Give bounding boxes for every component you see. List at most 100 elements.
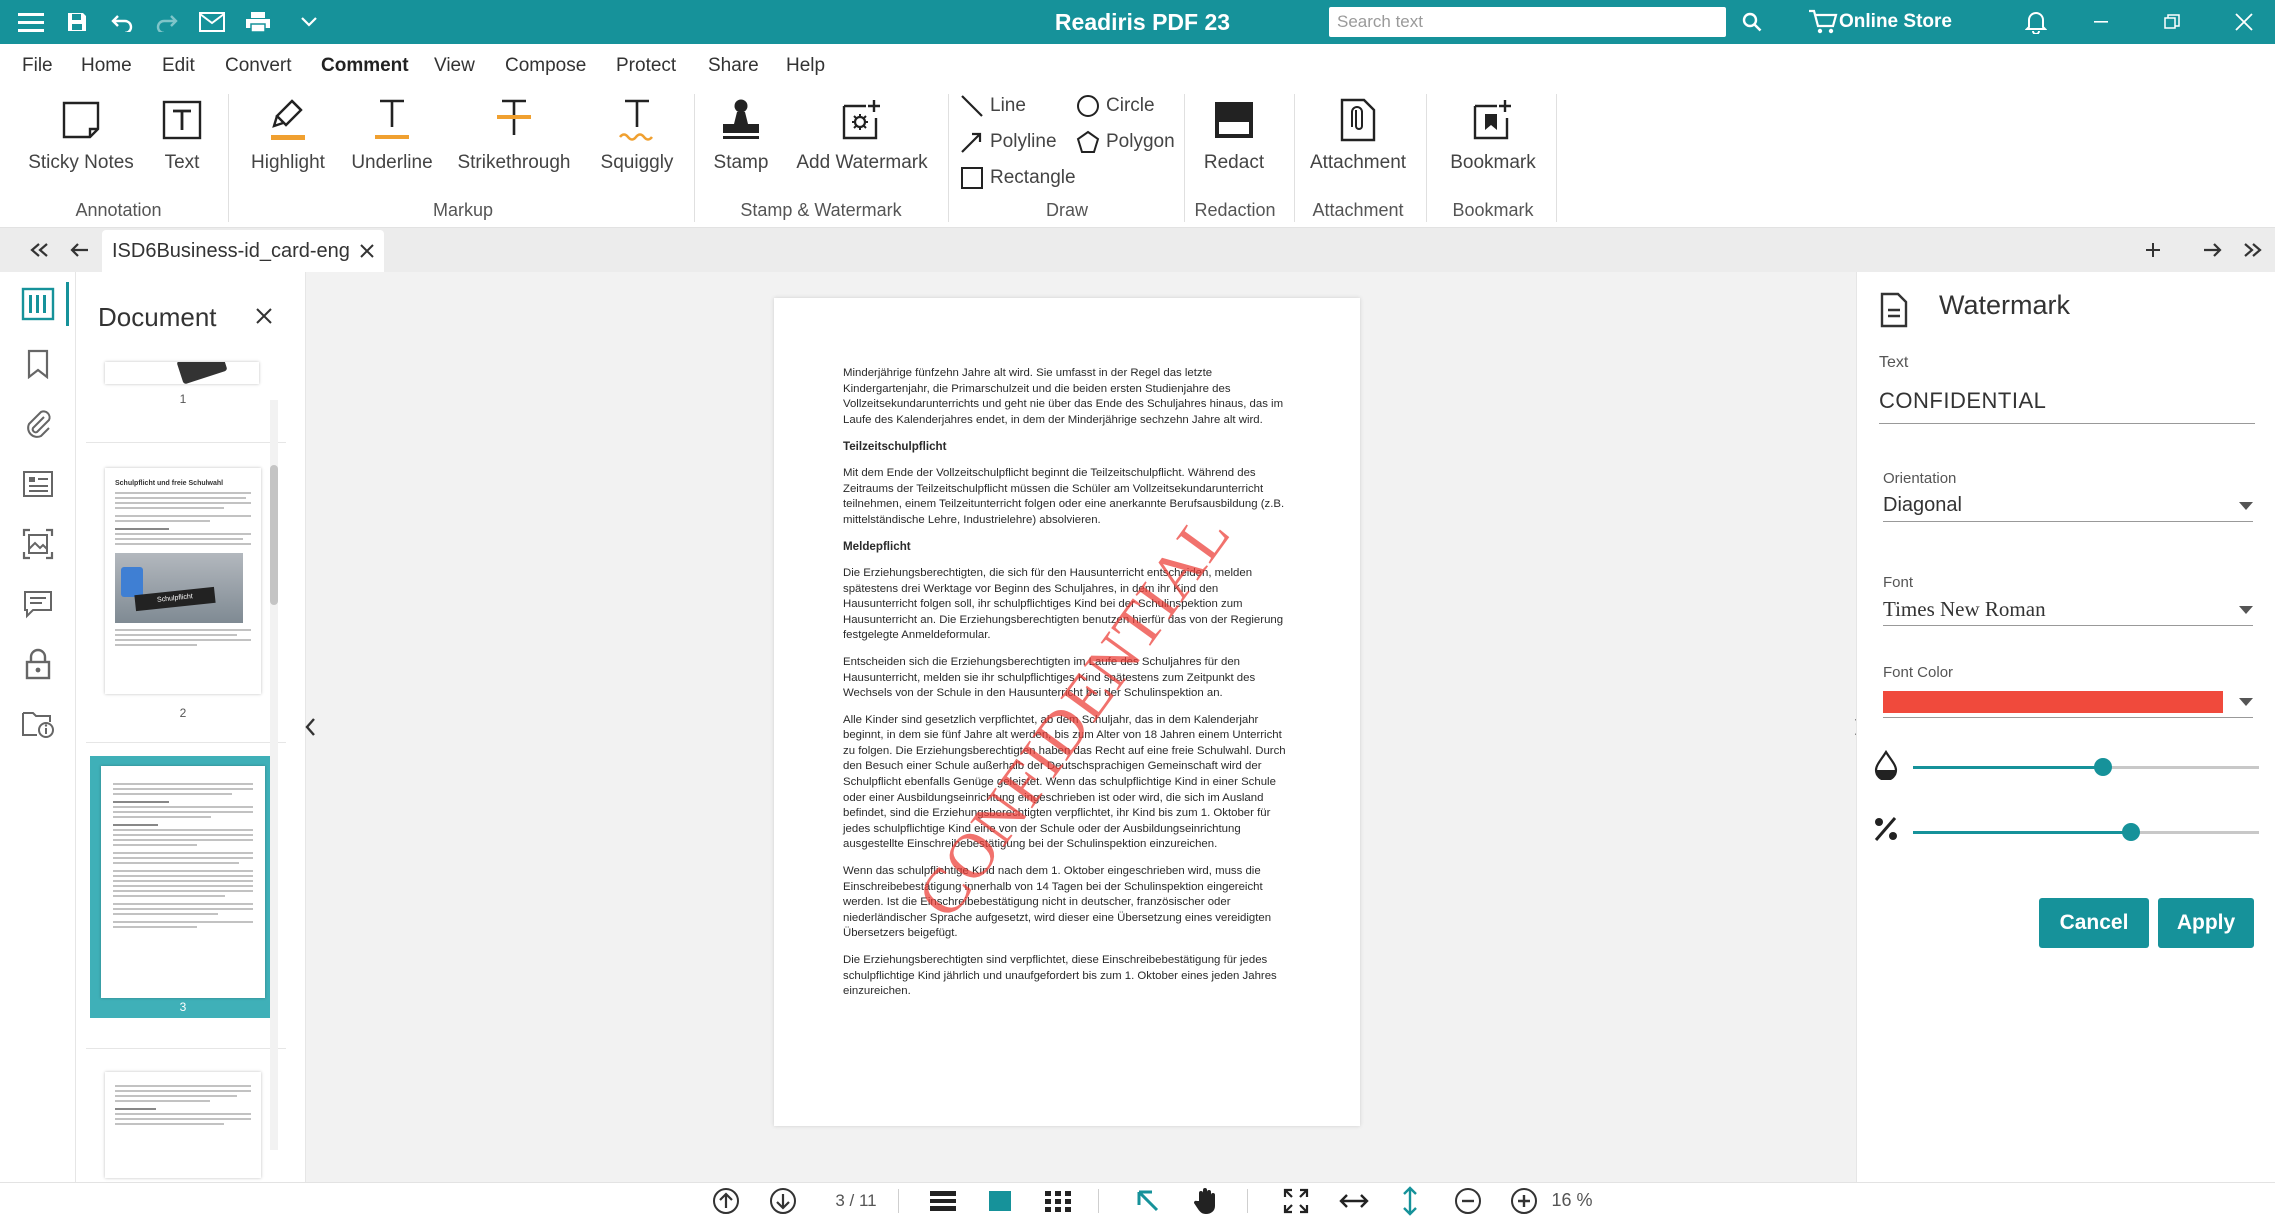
rectangle-button[interactable]: Rectangle bbox=[960, 162, 1076, 194]
group-markup: Markup bbox=[432, 200, 494, 220]
menu-share[interactable]: Share bbox=[708, 44, 759, 88]
select-tool-icon[interactable] bbox=[1130, 1183, 1166, 1217]
document-tab-label: ISD6Business-id_card-eng bbox=[112, 239, 350, 262]
text-button[interactable]: Text bbox=[156, 94, 208, 184]
opacity-slider-fill bbox=[1913, 766, 2104, 769]
image-icon[interactable] bbox=[18, 524, 58, 564]
attachment-button[interactable]: Attachment bbox=[1304, 94, 1412, 184]
cancel-button[interactable]: Cancel bbox=[2039, 898, 2149, 948]
document-canvas[interactable]: Minderjährige fünfzehn Jahre alt wird. S… bbox=[305, 272, 1865, 1182]
sticky-note-icon bbox=[61, 94, 101, 146]
online-store-link[interactable]: Online Store bbox=[1839, 0, 1952, 44]
menu-icon[interactable] bbox=[12, 0, 50, 44]
redo-icon[interactable] bbox=[152, 0, 182, 44]
close-panel-icon[interactable] bbox=[256, 302, 272, 324]
cart-icon[interactable] bbox=[1806, 0, 1840, 44]
ribbon-separator bbox=[1184, 94, 1185, 222]
underline-button[interactable]: Underline bbox=[344, 94, 440, 184]
restore-icon[interactable] bbox=[2157, 0, 2187, 44]
search-input[interactable] bbox=[1329, 7, 1726, 37]
divider bbox=[86, 442, 286, 443]
bell-icon[interactable] bbox=[2020, 0, 2052, 44]
menu-comment[interactable]: Comment bbox=[321, 44, 409, 88]
hand-tool-icon[interactable] bbox=[1188, 1183, 1224, 1217]
redact-button[interactable]: Redact bbox=[1194, 94, 1274, 184]
chevron-down-icon[interactable] bbox=[296, 0, 322, 44]
last-tab-icon[interactable] bbox=[2238, 228, 2268, 272]
polygon-button[interactable]: Polygon bbox=[1076, 126, 1175, 158]
circle-button[interactable]: Circle bbox=[1076, 90, 1155, 122]
page-thumbnail-3[interactable]: 3 bbox=[90, 756, 276, 1018]
app-title: Readiris PDF 23 bbox=[1054, 9, 1231, 35]
document-tab[interactable]: ISD6Business-id_card-eng bbox=[102, 230, 384, 272]
zoom-out-icon[interactable] bbox=[1450, 1183, 1486, 1217]
fit-page-icon[interactable] bbox=[1278, 1183, 1314, 1217]
stamp-button[interactable]: Stamp bbox=[708, 94, 774, 184]
send-icon[interactable] bbox=[196, 0, 228, 44]
collapse-left-panel-icon[interactable] bbox=[296, 712, 324, 742]
undo-icon[interactable] bbox=[107, 0, 137, 44]
fit-width-icon[interactable] bbox=[1336, 1183, 1372, 1217]
add-watermark-button[interactable]: Add Watermark bbox=[792, 94, 932, 184]
highlight-button[interactable]: Highlight bbox=[242, 94, 334, 184]
line-button[interactable]: Line bbox=[960, 90, 1026, 122]
watermark-text-field[interactable]: CONFIDENTIAL bbox=[1879, 386, 2255, 424]
save-icon[interactable] bbox=[62, 0, 92, 44]
left-icon-rail bbox=[0, 272, 76, 1182]
fit-height-icon[interactable] bbox=[1392, 1183, 1428, 1217]
close-icon[interactable] bbox=[2228, 0, 2260, 44]
minimize-icon[interactable] bbox=[2086, 0, 2116, 44]
opacity-slider-handle[interactable] bbox=[2094, 758, 2113, 776]
menu-protect[interactable]: Protect bbox=[616, 44, 676, 88]
stamp-label: Stamp bbox=[713, 152, 769, 173]
percent-icon bbox=[1873, 816, 1899, 842]
back-arrow-icon[interactable] bbox=[64, 228, 94, 272]
file-info-icon[interactable] bbox=[18, 704, 58, 744]
form-fields-icon[interactable] bbox=[18, 464, 58, 504]
forward-arrow-icon[interactable] bbox=[2198, 228, 2228, 272]
size-slider-handle[interactable] bbox=[2121, 823, 2140, 841]
page-indicator[interactable]: 3 / 11 bbox=[820, 1183, 892, 1217]
zoom-level[interactable]: 16 % bbox=[1546, 1183, 1598, 1217]
menu-help[interactable]: Help bbox=[786, 44, 825, 88]
grid-view-icon[interactable] bbox=[1040, 1183, 1076, 1217]
continuous-view-icon[interactable] bbox=[982, 1183, 1018, 1217]
dropdown-arrow-icon bbox=[2239, 605, 2253, 614]
page-thumbnail-2[interactable]: Schulpflicht und freie Schulwahl Schulpf… bbox=[90, 468, 276, 720]
font-color-dropdown[interactable] bbox=[1883, 686, 2253, 718]
page-thumbnail-1[interactable]: 1 bbox=[90, 362, 276, 418]
thumbnail-scrollbar-thumb[interactable] bbox=[270, 465, 278, 605]
strikethrough-button[interactable]: Strikethrough bbox=[452, 94, 576, 184]
text-box-icon bbox=[162, 94, 202, 146]
font-dropdown[interactable]: Times New Roman bbox=[1883, 594, 2253, 626]
document-icon bbox=[1879, 292, 1909, 328]
menu-view[interactable]: View bbox=[434, 44, 475, 88]
zoom-in-icon[interactable] bbox=[1506, 1183, 1542, 1217]
next-page-icon[interactable] bbox=[765, 1183, 801, 1217]
previous-page-icon[interactable] bbox=[708, 1183, 744, 1217]
lock-icon[interactable] bbox=[18, 644, 58, 684]
squiggly-button[interactable]: Squiggly bbox=[590, 94, 684, 184]
polyline-button[interactable]: Polyline bbox=[960, 126, 1057, 158]
divider bbox=[1098, 1189, 1099, 1213]
single-page-view-icon[interactable] bbox=[925, 1183, 961, 1217]
print-icon[interactable] bbox=[242, 0, 274, 44]
menu-convert[interactable]: Convert bbox=[225, 44, 292, 88]
new-tab-icon[interactable] bbox=[2138, 228, 2168, 272]
apply-button[interactable]: Apply bbox=[2158, 898, 2254, 948]
pages-icon[interactable] bbox=[18, 284, 58, 324]
menu-edit[interactable]: Edit bbox=[162, 44, 195, 88]
sticky-notes-button[interactable]: Sticky Notes bbox=[26, 94, 136, 184]
menu-file[interactable]: File bbox=[22, 44, 53, 88]
menu-home[interactable]: Home bbox=[81, 44, 132, 88]
paperclip-icon[interactable] bbox=[18, 404, 58, 444]
search-icon[interactable] bbox=[1738, 0, 1766, 44]
menu-compose[interactable]: Compose bbox=[505, 44, 586, 88]
bookmark-icon[interactable] bbox=[18, 344, 58, 384]
comments-icon[interactable] bbox=[18, 584, 58, 624]
orientation-dropdown[interactable]: Diagonal bbox=[1883, 490, 2253, 522]
close-tab-icon[interactable] bbox=[360, 244, 374, 258]
page-thumbnail-4[interactable] bbox=[90, 1072, 276, 1178]
bookmark-button[interactable]: Bookmark bbox=[1438, 94, 1548, 184]
first-tab-icon[interactable] bbox=[24, 228, 54, 272]
